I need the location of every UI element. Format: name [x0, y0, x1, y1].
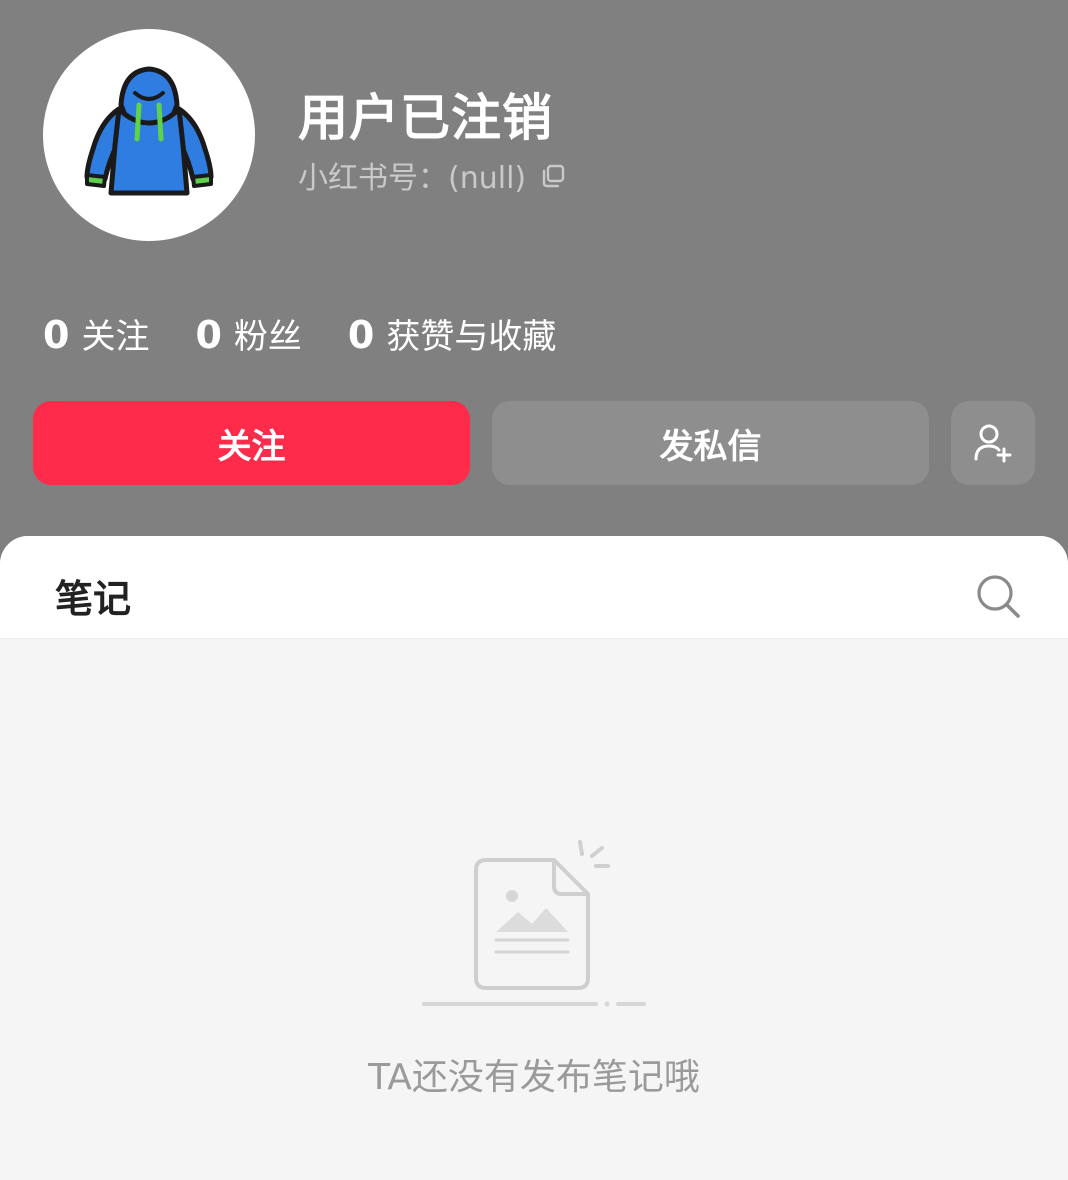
copy-icon[interactable]	[540, 162, 566, 188]
tab-notes[interactable]: 笔记	[55, 568, 131, 623]
stats-row: 0 关注 0 粉丝 0 获赞与收藏	[43, 305, 602, 361]
message-button-label: 发私信	[659, 426, 762, 467]
tab-bar: 笔记	[0, 536, 1068, 639]
stat-likes-label: 获赞与收藏	[386, 316, 557, 357]
stat-likes-count: 0	[347, 312, 375, 357]
stat-following-count: 0	[43, 312, 70, 357]
hoodie-avatar-icon	[84, 66, 214, 196]
stat-followers-count: 0	[195, 312, 222, 357]
stat-likes[interactable]: 0 获赞与收藏	[348, 309, 556, 358]
username: 用户已注销	[298, 89, 553, 147]
user-id-value: (null)	[448, 161, 527, 196]
add-user-button[interactable]	[951, 401, 1035, 485]
follow-button[interactable]: 关注	[33, 401, 470, 485]
stat-followers-label: 粉丝	[233, 316, 302, 357]
user-id-text: 小红书号：(null)	[298, 153, 526, 197]
stat-following-label: 关注	[81, 316, 150, 357]
profile-header: 用户已注销 小红书号：(null) 0 关注 0 粉丝 0 获赞与收藏 关注 发…	[0, 0, 1068, 580]
empty-document-icon	[414, 836, 654, 1016]
user-id-label: 小红书号：	[298, 161, 448, 196]
add-user-icon	[974, 424, 1012, 463]
follow-button-label: 关注	[217, 426, 286, 467]
avatar[interactable]	[43, 29, 255, 241]
stat-followers[interactable]: 0 粉丝	[195, 309, 301, 358]
search-button[interactable]	[974, 572, 1022, 620]
empty-state-text: TA还没有发布笔记哦	[368, 1057, 700, 1098]
message-button[interactable]: 发私信	[492, 401, 929, 485]
search-icon	[977, 575, 1020, 618]
notes-panel: 笔记 TA还没有发布笔记哦	[0, 536, 1068, 1180]
stat-following[interactable]: 0 关注	[43, 309, 149, 358]
user-id-row: 小红书号：(null)	[298, 153, 566, 197]
